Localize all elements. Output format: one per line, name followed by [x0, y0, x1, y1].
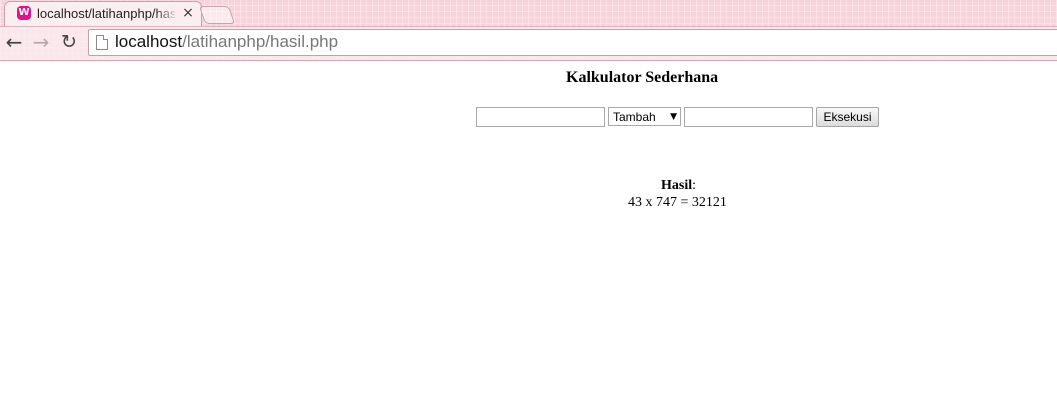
dropdown-arrow-icon: ▼: [670, 112, 677, 122]
page-content: Kalkulator Sederhana Tambah ▼ Eksekusi H…: [0, 61, 1057, 416]
url-host: localhost: [115, 32, 183, 51]
address-bar[interactable]: localhost/latihanphp/hasil.php: [88, 29, 1057, 56]
address-url[interactable]: localhost/latihanphp/hasil.php: [115, 32, 338, 52]
browser-toolbar: ← → ↻ localhost/latihanphp/hasil.php: [0, 26, 1057, 60]
reload-icon[interactable]: ↻: [58, 31, 80, 53]
forward-arrow-icon[interactable]: →: [30, 31, 52, 53]
new-tab-button[interactable]: [198, 6, 236, 24]
browser-chrome: W localhost/latihanphp/hasil.php × ← → ↻…: [0, 0, 1057, 61]
back-arrow-icon[interactable]: ←: [3, 31, 25, 53]
url-path: /latihanphp/hasil.php: [182, 32, 339, 51]
page-title: Kalkulator Sederhana: [566, 69, 719, 86]
operation-selected-value: Tambah: [613, 110, 656, 124]
wamp-favicon-icon: W: [17, 6, 31, 20]
result-label: Hasil: [661, 178, 693, 193]
execute-button[interactable]: Eksekusi: [816, 107, 879, 127]
result-expression: 43 x 747 = 32121: [628, 195, 727, 210]
operation-select[interactable]: Tambah ▼: [608, 107, 681, 126]
close-icon[interactable]: ×: [181, 5, 195, 21]
number1-input[interactable]: [476, 107, 605, 127]
tab-title-fade: [155, 4, 179, 24]
result-heading: Hasil:: [661, 178, 696, 194]
result-separator: :: [692, 178, 697, 193]
page-icon: [96, 35, 108, 50]
browser-tab[interactable]: W localhost/latihanphp/hasil.php ×: [4, 1, 202, 27]
number2-input[interactable]: [684, 107, 813, 127]
